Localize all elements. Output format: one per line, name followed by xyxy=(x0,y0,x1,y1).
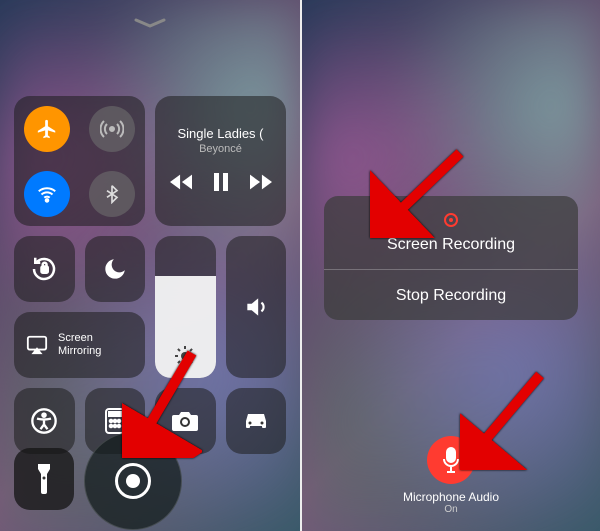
volume-slider[interactable] xyxy=(226,236,287,378)
stop-recording-button[interactable]: Stop Recording xyxy=(324,269,578,320)
airplane-mode-button[interactable] xyxy=(14,106,80,152)
screen-recording-popup-pane: Screen Recording Stop Recording Micropho… xyxy=(300,0,600,531)
camera-icon xyxy=(171,410,199,432)
control-center-pane: Single Ladies ( Beyoncé xyxy=(0,0,300,531)
accessibility-icon xyxy=(30,407,58,435)
brightness-slider[interactable] xyxy=(155,236,216,378)
wifi-button[interactable] xyxy=(14,171,80,217)
cellular-button[interactable] xyxy=(80,106,146,152)
connectivity-tile xyxy=(14,96,145,226)
bluetooth-button[interactable] xyxy=(80,171,146,217)
flashlight-icon xyxy=(36,464,52,494)
chevron-down-icon[interactable] xyxy=(133,16,167,34)
flashlight-button[interactable] xyxy=(14,448,74,510)
screen-record-button[interactable] xyxy=(84,432,182,530)
screen-recording-popup: Screen Recording Stop Recording xyxy=(324,196,578,320)
record-icon xyxy=(115,463,151,499)
airplane-icon xyxy=(36,118,58,140)
cellular-icon xyxy=(100,117,124,141)
record-icon xyxy=(444,213,458,227)
forward-icon[interactable] xyxy=(250,174,272,195)
driving-mode-button[interactable] xyxy=(226,388,287,454)
rotation-lock-icon xyxy=(29,254,59,284)
microphone-audio-label: Microphone Audio On xyxy=(403,490,499,515)
microphone-icon xyxy=(441,447,461,473)
moon-icon xyxy=(102,256,128,282)
screen-recording-header: Screen Recording xyxy=(324,196,578,269)
sun-icon xyxy=(173,344,197,368)
accessibility-button[interactable] xyxy=(14,388,75,454)
music-title: Single Ladies ( xyxy=(178,126,264,141)
music-artist: Beyoncé xyxy=(199,143,242,155)
screen-mirroring-button[interactable]: Screen Mirroring xyxy=(14,312,145,378)
screen-mirroring-label: Screen Mirroring xyxy=(58,332,101,357)
microphone-audio-button[interactable] xyxy=(427,436,475,484)
screen-recording-title: Screen Recording xyxy=(387,236,515,253)
music-tile[interactable]: Single Ladies ( Beyoncé xyxy=(155,96,286,226)
pause-icon[interactable] xyxy=(214,173,228,196)
airplay-icon xyxy=(26,334,48,356)
wifi-icon xyxy=(36,183,58,205)
do-not-disturb-button[interactable] xyxy=(85,236,146,302)
rotation-lock-button[interactable] xyxy=(14,236,75,302)
speaker-icon xyxy=(243,294,269,320)
car-icon xyxy=(241,411,271,431)
rewind-icon[interactable] xyxy=(170,174,192,195)
calculator-icon xyxy=(103,408,127,434)
bluetooth-icon xyxy=(102,184,122,204)
